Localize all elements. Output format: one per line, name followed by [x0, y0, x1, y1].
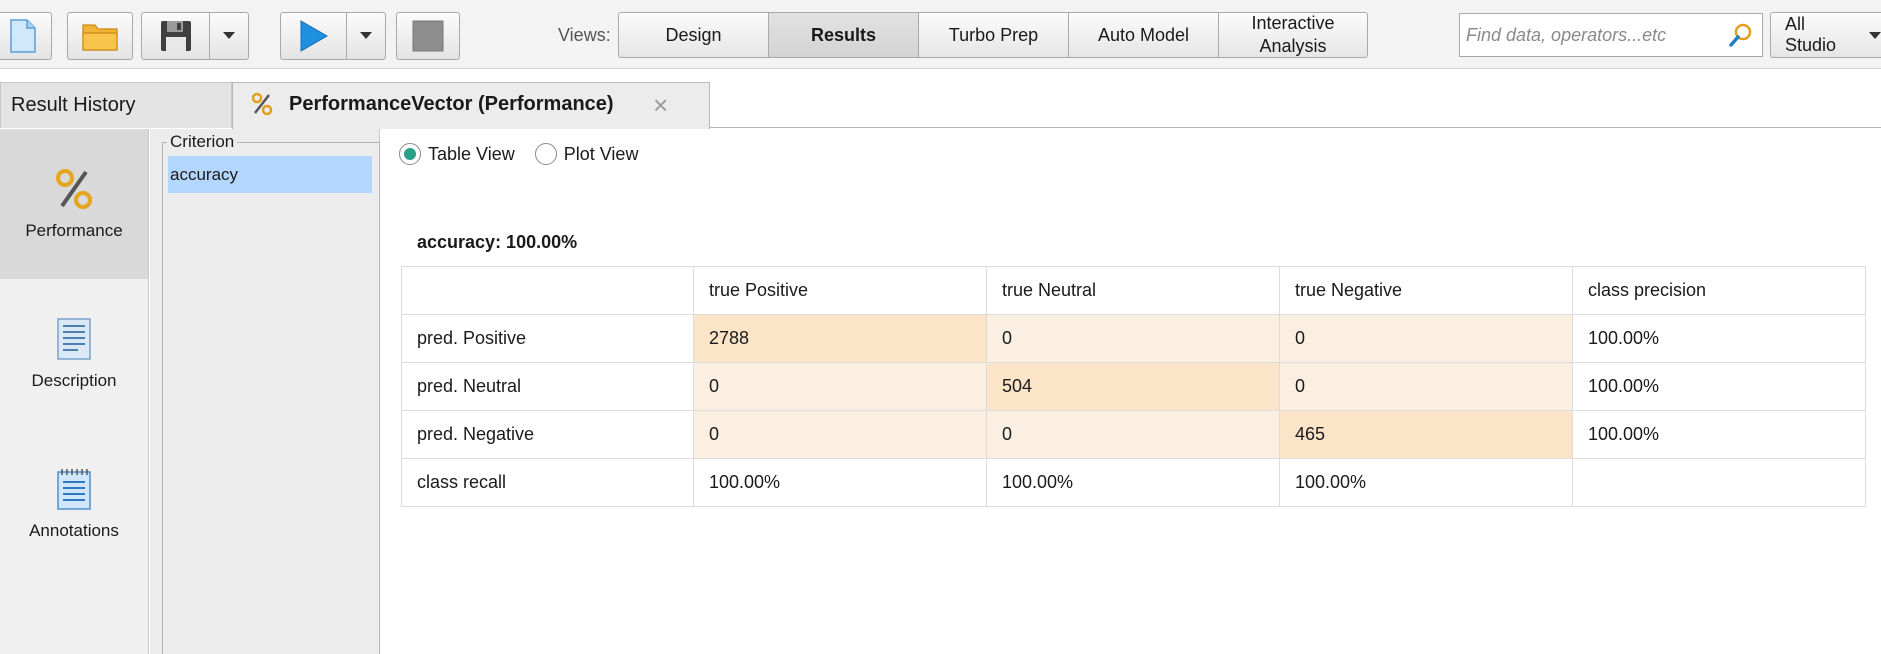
studio-scope-label: All Studio	[1785, 14, 1837, 55]
confusion-matrix-table: true Positive true Neutral true Negative…	[401, 266, 1866, 507]
table-header-cell: class precision	[1572, 266, 1866, 315]
new-document-icon	[10, 19, 36, 53]
sidebar-item-label: Annotations	[29, 521, 119, 540]
table-cell: 0	[1279, 314, 1573, 363]
table-cell: 100.00%	[1572, 314, 1866, 363]
table-cell: 100.00%	[986, 458, 1280, 507]
table-header-cell: true Neutral	[986, 266, 1280, 315]
studio-scope-dropdown[interactable]: All Studio	[1770, 12, 1881, 58]
sidebar-item-annotations[interactable]: Annotations	[0, 429, 148, 579]
criterion-item-accuracy[interactable]: accuracy	[168, 156, 372, 193]
table-header-cell: true Positive	[693, 266, 987, 315]
row-label-cell: class recall	[401, 458, 694, 507]
table-cell: 0	[693, 362, 987, 411]
run-process-button[interactable]	[280, 12, 346, 60]
plot-view-radio[interactable]	[534, 143, 557, 165]
table-cell: 504	[986, 362, 1280, 411]
save-disk-icon	[160, 21, 191, 51]
sidebar-item-description[interactable]: Description	[0, 279, 148, 429]
play-icon	[300, 20, 328, 52]
folder-icon	[82, 24, 118, 51]
plot-view-label[interactable]: Plot View	[564, 144, 639, 165]
view-interactive-analysis-button[interactable]: Interactive Analysis	[1219, 13, 1367, 57]
row-label-cell: pred. Neutral	[401, 362, 694, 411]
table-cell: 0	[693, 410, 987, 459]
view-design-button[interactable]: Design	[619, 13, 769, 57]
views-switcher: Design Results Turbo Prep Auto Model Int…	[618, 12, 1368, 58]
run-options-dropdown[interactable]	[346, 12, 386, 60]
chevron-down-icon	[1869, 31, 1881, 39]
stop-icon	[412, 20, 444, 52]
performance-content: Table View Plot View accuracy: 100.00% t…	[381, 129, 1881, 654]
table-cell: 100.00%	[693, 458, 987, 507]
accuracy-title: accuracy: 100.00%	[417, 232, 578, 252]
tab-performance-vector[interactable]: PerformanceVector (Performance) ×	[232, 82, 710, 129]
table-view-label[interactable]: Table View	[428, 144, 515, 165]
table-cell: 465	[1279, 410, 1573, 459]
search-icon[interactable]	[1728, 22, 1754, 48]
document-icon	[56, 317, 92, 361]
table-row: pred. Negative 0 0 465 100.00%	[401, 410, 1866, 459]
table-cell: 0	[986, 314, 1280, 363]
table-cell: 2788	[693, 314, 987, 363]
table-row: pred. Neutral 0 504 0 100.00%	[401, 362, 1866, 411]
table-cell: 100.00%	[1572, 410, 1866, 459]
close-icon[interactable]: ×	[653, 90, 668, 121]
views-label: Views:	[558, 25, 611, 45]
table-cell: 0	[1279, 362, 1573, 411]
table-header-cell: true Negative	[1279, 266, 1573, 315]
view-auto-model-button[interactable]: Auto Model	[1069, 13, 1219, 57]
view-turbo-prep-button[interactable]: Turbo Prep	[919, 13, 1069, 57]
chevron-down-icon	[360, 32, 372, 39]
criterion-legend: Criterion	[167, 132, 238, 152]
table-cell: 0	[986, 410, 1280, 459]
main-toolbar: Views: Design Results Turbo Prep Auto Mo…	[0, 0, 1881, 69]
table-cell: 100.00%	[1279, 458, 1573, 507]
stop-process-button[interactable]	[396, 12, 460, 60]
results-tab-bar: Result History PerformanceVector (Perfor…	[0, 70, 1881, 129]
table-cell: 100.00%	[1572, 362, 1866, 411]
tab-performance-vector-label: PerformanceVector (Performance)	[289, 93, 614, 115]
table-header-cell	[401, 266, 694, 315]
view-results-button[interactable]: Results	[769, 13, 919, 57]
save-options-dropdown[interactable]	[209, 12, 249, 60]
view-mode-selector: Table View Plot View	[399, 143, 658, 165]
sidebar-item-label: Description	[31, 371, 117, 390]
save-process-button[interactable]	[141, 12, 209, 60]
table-cell	[1572, 458, 1866, 507]
sidebar-item-performance[interactable]: Performance	[0, 129, 148, 279]
row-label-cell: pred. Negative	[401, 410, 694, 459]
result-sidebar: Performance Description Annotations	[0, 129, 149, 654]
criterion-panel: Criterion accuracy	[150, 129, 380, 654]
global-search	[1459, 13, 1763, 57]
tab-result-history-label: Result History	[11, 94, 136, 116]
search-input[interactable]	[1460, 15, 1722, 55]
tab-result-history[interactable]: Result History	[0, 82, 232, 128]
criterion-group	[162, 142, 380, 654]
table-row: class recall 100.00% 100.00% 100.00%	[401, 458, 1866, 507]
percent-icon	[251, 92, 273, 116]
new-process-button[interactable]	[0, 12, 52, 60]
percent-icon	[54, 167, 94, 211]
open-process-button[interactable]	[67, 12, 133, 60]
row-label-cell: pred. Positive	[401, 314, 694, 363]
table-view-radio[interactable]	[399, 143, 421, 165]
table-row: pred. Positive 2788 0 0 100.00%	[401, 314, 1866, 363]
table-header-row: true Positive true Neutral true Negative…	[401, 266, 1866, 315]
chevron-down-icon	[223, 32, 235, 39]
notepad-icon	[56, 467, 92, 511]
sidebar-item-label: Performance	[25, 221, 123, 240]
